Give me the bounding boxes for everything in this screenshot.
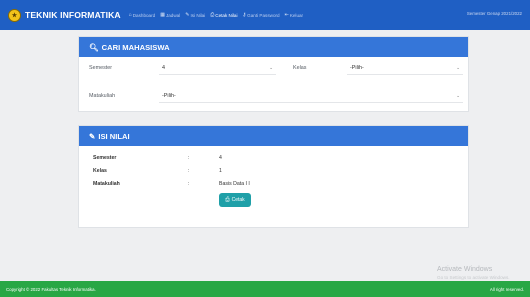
info-label-semester: Semester	[93, 155, 117, 161]
menu-item-label: Jadwal	[165, 12, 181, 18]
chevron-down-icon: ⌄	[269, 64, 273, 70]
calendar-icon: ▦	[160, 12, 165, 18]
menu-item-ganti-password[interactable]: ⚷ Ganti Password	[243, 12, 280, 18]
info-value-semester: 4	[219, 155, 222, 161]
key-icon: ⚷	[242, 12, 247, 18]
search-icon: 🔍︎	[89, 42, 99, 52]
kelas-label: Kelas	[293, 65, 307, 71]
info-colon: :	[188, 155, 190, 161]
grade-input-panel: ✎ ISI NILAI Semester : 4 Kelas : 1 Matak…	[78, 125, 469, 228]
brand[interactable]: ★ TEKNIK INFORMATIKA	[8, 8, 121, 22]
info-label-matakuliah: Matakuliah	[93, 181, 120, 187]
pencil-icon: ✎	[185, 12, 190, 18]
active-semester-label: Semester Genap 2021/2022	[466, 11, 522, 16]
menu-item-dashboard[interactable]: ⌂ Dashboard	[129, 12, 156, 18]
panel-title: CARI MAHASISWA	[101, 42, 170, 52]
home-icon: ⌂	[128, 12, 132, 18]
menu-item-isi-nilai[interactable]: ✎ Isi Nilai	[185, 12, 205, 18]
kelas-select-value: -Pilih-	[350, 64, 364, 71]
panel-title: ISI NILAI	[98, 131, 130, 141]
info-value-kelas: 1	[219, 168, 222, 174]
info-value-matakuliah: Basis Data I I	[219, 181, 250, 187]
panel-header: 🔍︎ CARI MAHASISWA	[79, 37, 468, 57]
info-label-kelas: Kelas	[93, 168, 107, 174]
semester-label: Semester	[89, 65, 113, 71]
brand-title: TEKNIK INFORMATIKA	[25, 10, 121, 20]
semester-select-value: 4	[162, 64, 165, 71]
matakuliah-label: Matakuliah	[89, 93, 116, 99]
menu-item-keluar[interactable]: ⇤ Keluar	[285, 12, 303, 18]
windows-activation-title: Activate Windows	[437, 266, 493, 273]
menu-item-label: Cetak Nilai	[215, 12, 238, 18]
matakuliah-select[interactable]: -Pilih- ⌄	[159, 89, 463, 103]
university-seal-icon: ★	[8, 8, 21, 22]
sign-out-icon: ⇤	[284, 12, 289, 18]
matakuliah-select-value: -Pilih-	[162, 92, 176, 99]
footer-rights: All right reserved.	[489, 286, 524, 292]
print-icon: ⎙	[225, 196, 230, 203]
menu-item-label: Isi Nilai	[190, 12, 206, 18]
pencil-icon: ✎	[89, 131, 96, 141]
footer: Copyright © 2022 Fakultas Teknik Informa…	[0, 281, 530, 297]
kelas-select[interactable]: -Pilih- ⌄	[347, 61, 463, 75]
menu-item-label: Keluar	[289, 12, 304, 18]
semester-select[interactable]: 4 ⌄	[159, 61, 276, 75]
search-student-panel: 🔍︎ CARI MAHASISWA Semester 4 ⌄ Kelas -Pi…	[78, 36, 469, 112]
menu-item-label: Ganti Password	[247, 12, 280, 18]
panel-header: ✎ ISI NILAI	[79, 126, 468, 146]
menu-item-jadwal[interactable]: ▦ Jadwal	[160, 12, 180, 18]
print-button-label: Cetak	[231, 197, 245, 203]
chevron-down-icon: ⌄	[456, 64, 460, 70]
menu-item-cetak-nilai[interactable]: ⎙ Cetak Nilai	[210, 12, 237, 18]
menu-item-label: Dashboard	[132, 12, 156, 18]
print-icon: ⎙	[210, 12, 215, 18]
info-colon: :	[188, 181, 190, 187]
footer-copyright: Copyright © 2022 Fakultas Teknik Informa…	[6, 286, 96, 292]
info-colon: :	[188, 168, 190, 174]
main-menu: ⌂ Dashboard ▦ Jadwal ✎ Isi Nilai ⎙ Cetak…	[129, 12, 308, 18]
chevron-down-icon: ⌄	[456, 92, 460, 98]
top-navbar: ★ TEKNIK INFORMATIKA ⌂ Dashboard ▦ Jadwa…	[0, 0, 530, 30]
print-button[interactable]: ⎙ Cetak	[219, 193, 251, 207]
windows-activation-hint: Go to Settings to activate Windows.	[437, 275, 510, 280]
